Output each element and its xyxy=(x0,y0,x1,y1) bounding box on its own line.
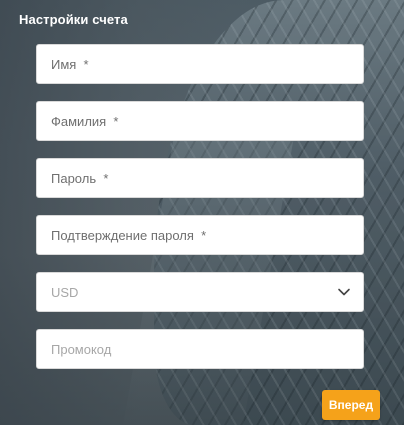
next-button[interactable]: Вперед xyxy=(322,390,380,420)
page-title: Настройки счета xyxy=(19,12,128,27)
last-name-input[interactable] xyxy=(36,101,364,141)
password-confirm-input[interactable] xyxy=(36,215,364,255)
currency-select-value: USD xyxy=(51,284,79,300)
chevron-down-icon xyxy=(337,285,351,299)
currency-select[interactable]: USD xyxy=(36,272,364,312)
first-name-input[interactable] xyxy=(36,44,364,84)
promo-code-input[interactable] xyxy=(36,329,364,369)
password-input[interactable] xyxy=(36,158,364,198)
